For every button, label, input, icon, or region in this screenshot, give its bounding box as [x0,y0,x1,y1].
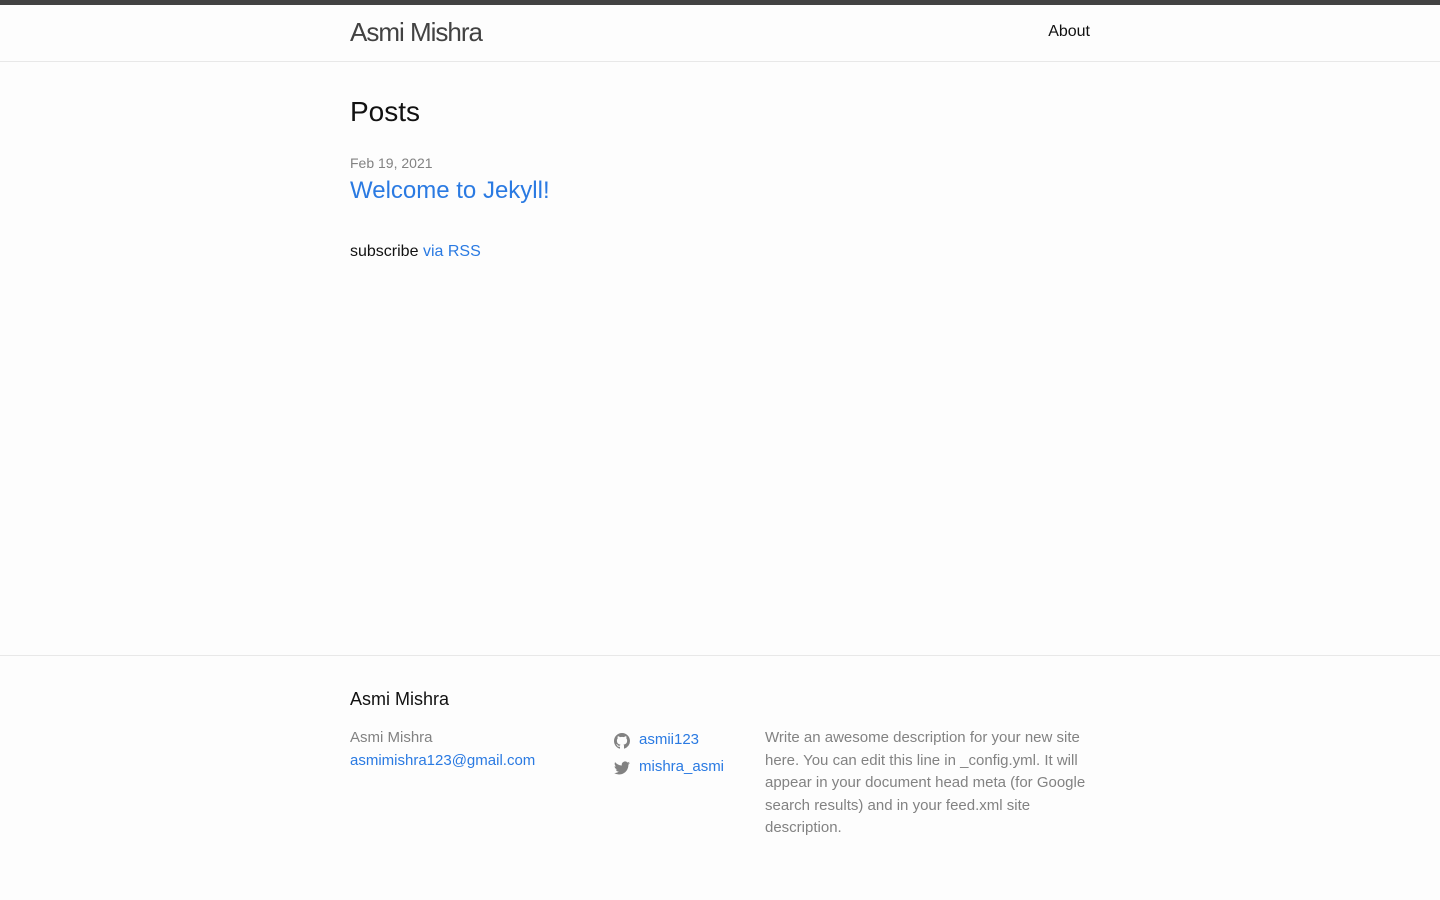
footer-social: asmii123 mishra_asmi [614,727,724,781]
post-date: Feb 19, 2021 [350,155,433,171]
page-heading: Posts [350,96,421,127]
rss-prefix-text: subscribe [350,243,419,260]
footer-email-link[interactable]: asmimishra123@gmail.com [350,752,535,769]
footer-name: Asmi Mishra [350,729,433,746]
twitter-link[interactable]: mishra_asmi [614,754,724,781]
twitter-username: mishra_asmi [639,758,725,776]
rss-subscribe: subscribe via RSS [350,240,481,264]
site-title-link[interactable]: Asmi Mishra [350,16,483,48]
rss-link[interactable]: via RSS [423,243,481,260]
footer-contact: Asmi Mishra asmimishra123@gmail.com [350,727,535,772]
footer-description: Write an awesome description for your ne… [765,729,1086,836]
github-link[interactable]: asmii123 [614,727,724,754]
nav-about-link[interactable]: About [1048,20,1090,44]
github-username: asmii123 [639,731,700,749]
post-title-link[interactable]: Welcome to Jekyll! [350,176,550,206]
twitter-icon [614,760,630,776]
site-header: Asmi Mishra About [0,0,1440,62]
site-footer: Asmi Mishra Asmi Mishra asmimishra123@gm… [0,655,1440,900]
page-content: Posts Feb 19, 2021 Welcome to Jekyll! su… [0,62,1440,655]
footer-heading: Asmi Mishra [350,689,450,709]
github-icon [614,732,630,749]
